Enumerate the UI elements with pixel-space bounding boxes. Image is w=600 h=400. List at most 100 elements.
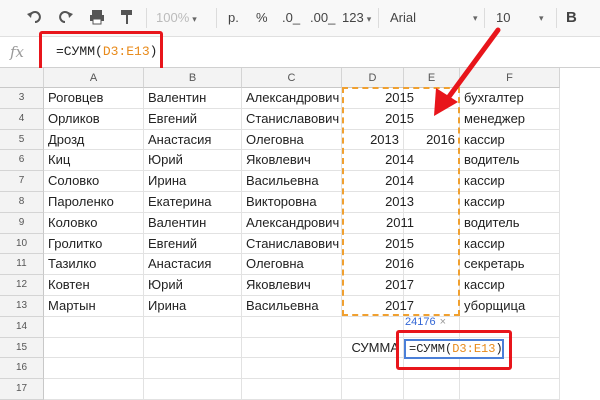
cell-f[interactable]: уборщица — [460, 296, 560, 317]
cell-c[interactable]: Яковлевич — [242, 275, 342, 296]
cell-a[interactable] — [44, 316, 144, 338]
column-header-f[interactable]: F — [460, 68, 560, 88]
cell-a[interactable] — [44, 379, 144, 400]
column-header-c[interactable]: C — [242, 68, 342, 88]
bold-button[interactable]: B — [566, 8, 577, 28]
cell-f[interactable]: кассир — [460, 171, 560, 192]
cell-b[interactable] — [144, 358, 242, 380]
column-header-b[interactable]: B — [144, 68, 242, 88]
row-header[interactable]: 13 — [0, 296, 44, 317]
cell-f[interactable]: водитель — [460, 150, 560, 172]
cell-c[interactable] — [242, 358, 342, 380]
cell-a[interactable] — [44, 337, 144, 359]
column-header-d[interactable]: D — [342, 68, 404, 88]
cell-de-merged[interactable]: 2017 — [342, 296, 460, 317]
cell-b[interactable]: Екатерина — [144, 192, 242, 213]
cell-b[interactable]: Евгений — [144, 108, 242, 130]
row-header[interactable]: 14 — [0, 316, 44, 338]
decrease-decimal-button[interactable]: .0_ — [282, 8, 300, 28]
cell-b[interactable]: Анастасия — [144, 129, 242, 151]
corner-cell[interactable] — [0, 68, 44, 88]
cell-de-merged[interactable]: 2011 — [342, 213, 460, 234]
print-icon[interactable] — [88, 8, 108, 28]
cell-f[interactable]: кассир — [460, 192, 560, 213]
cell-c[interactable]: Викторовна — [242, 192, 342, 213]
cell-b[interactable]: Юрий — [144, 150, 242, 172]
row-header[interactable]: 4 — [0, 108, 44, 130]
cell-de-merged[interactable] — [342, 379, 460, 400]
cell-a[interactable]: Киц — [44, 150, 144, 172]
row-header[interactable]: 11 — [0, 254, 44, 276]
cell-de-merged[interactable]: 2013 — [342, 192, 460, 213]
cell-b[interactable]: Валентин — [144, 212, 242, 234]
cell-c[interactable]: Васильевна — [242, 296, 342, 317]
cell-b[interactable] — [144, 316, 242, 338]
cell-c[interactable]: Яковлевич — [242, 150, 342, 172]
cell-b[interactable]: Валентин — [144, 88, 242, 109]
cell-a[interactable]: Пароленко — [44, 192, 144, 213]
cell-de-merged[interactable]: 2014 — [342, 171, 460, 192]
cell-de-merged[interactable]: 2017 — [342, 275, 460, 296]
row-header[interactable]: 15 — [0, 337, 44, 359]
font-select[interactable]: Arial ▾ — [390, 8, 480, 28]
cell-a[interactable]: Коловко — [44, 212, 144, 234]
cell-c[interactable]: Станиславович — [242, 233, 342, 255]
cell-c[interactable]: Олеговна — [242, 254, 342, 276]
cell-b[interactable]: Ирина — [144, 296, 242, 317]
font-size-select[interactable]: 10 ▾ — [496, 8, 556, 28]
cell-f[interactable]: бухгалтер — [460, 88, 560, 109]
currency-button[interactable]: р. — [228, 8, 239, 28]
cell-a[interactable]: Ковтен — [44, 275, 144, 296]
cell-b[interactable] — [144, 337, 242, 359]
row-header[interactable]: 5 — [0, 129, 44, 151]
cell-f[interactable]: кассир — [460, 275, 560, 296]
row-header[interactable]: 16 — [0, 358, 44, 380]
cell-c[interactable]: Александрович — [242, 212, 342, 234]
cell-f[interactable]: кассир — [460, 129, 560, 151]
cell-c[interactable] — [242, 379, 342, 400]
cell-de-merged[interactable]: 2016 — [342, 254, 460, 275]
row-header[interactable]: 6 — [0, 150, 44, 172]
increase-decimal-button[interactable]: .00_ — [310, 8, 335, 28]
number-format-select[interactable]: 123 ▾ — [342, 8, 371, 28]
cell-c[interactable] — [242, 337, 342, 359]
cell-f[interactable] — [460, 379, 560, 400]
undo-icon[interactable] — [26, 8, 46, 28]
cell-a[interactable]: Роговцев — [44, 88, 144, 109]
row-header[interactable]: 12 — [0, 275, 44, 296]
cell-a[interactable]: Орликов — [44, 108, 144, 130]
cell-a[interactable]: Тазилко — [44, 254, 144, 276]
zoom-select[interactable]: 100% ▾ — [156, 8, 197, 28]
cell-b[interactable]: Евгений — [144, 233, 242, 255]
cell-de-merged[interactable]: 2015 — [342, 109, 460, 130]
cell-de-merged[interactable] — [342, 130, 460, 151]
cell-c[interactable]: Олеговна — [242, 129, 342, 151]
row-header[interactable]: 3 — [0, 88, 44, 109]
cell-b[interactable]: Анастасия — [144, 254, 242, 276]
cell-c[interactable] — [242, 316, 342, 338]
cell-c[interactable]: Александрович — [242, 88, 342, 109]
cell-de-merged[interactable]: 2015 — [342, 234, 460, 255]
cell-a[interactable]: Соловко — [44, 171, 144, 192]
cell-a[interactable]: Дрозд — [44, 129, 144, 151]
row-header[interactable]: 8 — [0, 192, 44, 213]
cell-f[interactable]: менеджер — [460, 108, 560, 130]
column-header-a[interactable]: A — [44, 68, 144, 88]
cell-a[interactable] — [44, 358, 144, 380]
cell-a[interactable]: Мартын — [44, 296, 144, 317]
cell-a[interactable]: Гролитко — [44, 233, 144, 255]
cell-f[interactable]: секретарь — [460, 254, 560, 276]
row-header[interactable]: 17 — [0, 379, 44, 400]
close-icon[interactable]: × — [440, 316, 446, 328]
cell-de-merged[interactable]: 2015 — [342, 88, 460, 109]
row-header[interactable]: 7 — [0, 171, 44, 192]
row-header[interactable]: 10 — [0, 233, 44, 255]
cell-c[interactable]: Станиславович — [242, 108, 342, 130]
percent-button[interactable]: % — [256, 8, 268, 28]
cell-b[interactable]: Ирина — [144, 171, 242, 192]
cell-b[interactable] — [144, 379, 242, 400]
row-header[interactable]: 9 — [0, 212, 44, 234]
cell-c[interactable]: Васильевна — [242, 171, 342, 192]
paint-format-icon[interactable] — [118, 8, 138, 28]
cell-f[interactable]: водитель — [460, 212, 560, 234]
